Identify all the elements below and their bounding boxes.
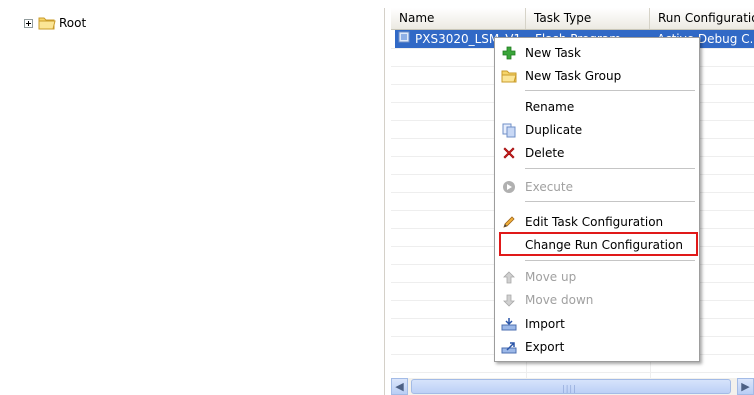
menu-item-execute: Execute bbox=[497, 176, 697, 198]
menu-separator bbox=[525, 201, 695, 202]
tree-node-root[interactable]: Root bbox=[24, 15, 86, 31]
export-icon bbox=[501, 339, 517, 355]
column-header-task-type[interactable]: Task Type bbox=[526, 8, 650, 29]
menu-item-new-task[interactable]: New Task bbox=[497, 42, 697, 64]
menu-separator bbox=[525, 90, 695, 91]
column-header-name[interactable]: Name bbox=[391, 8, 526, 29]
menu-item-edit-task-configuration[interactable]: Edit Task Configuration bbox=[497, 211, 697, 233]
execute-icon bbox=[501, 179, 517, 195]
horizontal-scrollbar[interactable]: ◀ |||| ▶ bbox=[391, 378, 754, 395]
menu-item-move-down: Move down bbox=[497, 289, 697, 311]
scroll-right-button[interactable]: ▶ bbox=[737, 378, 754, 395]
menu-item-delete[interactable]: Delete bbox=[497, 142, 697, 164]
menu-item-export[interactable]: Export bbox=[497, 336, 697, 358]
folder-icon bbox=[38, 17, 56, 30]
tree-node-label: Root bbox=[59, 16, 87, 30]
plus-icon bbox=[501, 45, 517, 61]
pencil-icon bbox=[501, 214, 517, 230]
table-header: Name Task Type Run Configuratio bbox=[391, 8, 754, 30]
menu-item-import[interactable]: Import bbox=[497, 313, 697, 335]
task-icon bbox=[398, 31, 410, 43]
column-header-run-configuration[interactable]: Run Configuratio bbox=[650, 8, 754, 29]
arrow-up-icon bbox=[501, 269, 517, 285]
import-icon bbox=[501, 316, 517, 332]
task-tree-pane: Root bbox=[8, 8, 385, 395]
scroll-left-button[interactable]: ◀ bbox=[391, 378, 408, 395]
expand-icon[interactable] bbox=[24, 18, 33, 28]
scrollbar-thumb[interactable]: |||| bbox=[411, 379, 731, 394]
menu-separator bbox=[525, 168, 695, 169]
folder-icon bbox=[501, 68, 517, 84]
menu-separator bbox=[525, 260, 695, 261]
delete-icon bbox=[501, 145, 517, 161]
menu-item-rename[interactable]: Rename bbox=[497, 96, 697, 118]
arrow-down-icon bbox=[501, 292, 517, 308]
menu-item-new-task-group[interactable]: New Task Group bbox=[497, 65, 697, 87]
grip-icon: |||| bbox=[562, 384, 577, 393]
menu-item-move-up: Move up bbox=[497, 266, 697, 288]
highlight-box bbox=[499, 232, 698, 256]
menu-item-duplicate[interactable]: Duplicate bbox=[497, 119, 697, 141]
duplicate-icon bbox=[501, 122, 517, 138]
context-menu: New Task New Task Group Rename Duplicate… bbox=[494, 37, 700, 362]
grid-line bbox=[391, 372, 754, 373]
